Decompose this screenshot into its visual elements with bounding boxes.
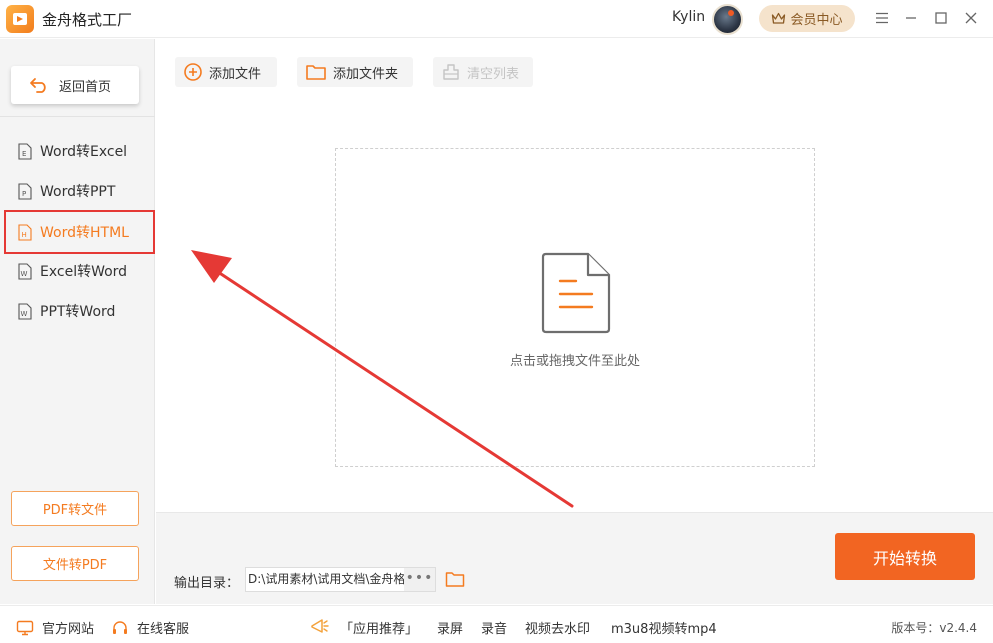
- clear-list-label: 清空列表: [467, 66, 520, 82]
- sidebar-item-label: Word转Excel: [40, 144, 128, 160]
- pdf-to-file-button[interactable]: PDF转文件: [11, 491, 139, 526]
- official-website-label: 官方网站: [42, 622, 95, 637]
- sidebar-item-label: PPT转Word: [40, 304, 116, 320]
- document-e-icon: E: [18, 142, 32, 160]
- add-folder-label: 添加文件夹: [333, 66, 399, 82]
- add-circle-icon: [184, 63, 202, 81]
- online-support-label: 在线客服: [137, 622, 190, 637]
- m3u8-to-mp4-link[interactable]: m3u8视频转mp4: [611, 618, 717, 637]
- broom-icon: [443, 64, 459, 80]
- record-audio-link[interactable]: 录音: [481, 618, 507, 637]
- svg-text:W: W: [21, 270, 28, 278]
- file-to-pdf-button[interactable]: 文件转PDF: [11, 546, 139, 581]
- sidebar: 返回首页 E Word转Excel P Word转PPT H Word转HTML…: [0, 39, 155, 604]
- sidebar-item-label: Excel转Word: [40, 264, 128, 280]
- sidebar-item-word-to-html[interactable]: H Word转HTML: [4, 210, 155, 254]
- sidebar-item-label: Word转PPT: [40, 184, 116, 200]
- status-bar: 官方网站 在线客服 「应用推荐」 录屏 录音 视频去水印 m3u8视频转mp4 …: [0, 605, 993, 643]
- vip-center-button[interactable]: 会员中心: [759, 5, 855, 32]
- headset-icon: [113, 620, 127, 634]
- svg-text:E: E: [22, 150, 26, 158]
- username[interactable]: Kylin: [672, 9, 705, 25]
- add-file-label: 添加文件: [209, 66, 262, 82]
- document-p-icon: P: [18, 182, 32, 200]
- version-label: 版本号：v2.4.4: [891, 621, 977, 635]
- sidebar-divider: [0, 116, 155, 117]
- record-screen-link[interactable]: 录屏: [437, 618, 463, 637]
- back-home-button[interactable]: 返回首页: [11, 66, 139, 104]
- start-convert-button[interactable]: 开始转换: [835, 533, 975, 580]
- clear-list-button[interactable]: 清空列表: [433, 57, 533, 87]
- output-dir-browse-button[interactable]: •••: [404, 568, 435, 591]
- open-folder-icon[interactable]: [445, 570, 465, 588]
- sidebar-item-label: Word转HTML: [40, 225, 129, 241]
- svg-text:P: P: [22, 190, 26, 198]
- add-file-button[interactable]: 添加文件: [175, 57, 277, 87]
- vip-center-label: 会员中心: [790, 13, 843, 28]
- maximize-icon[interactable]: [932, 9, 950, 27]
- sidebar-item-word-to-ppt[interactable]: P Word转PPT: [6, 171, 153, 211]
- drop-hint-text: 点击或拖拽文件至此处: [509, 354, 640, 369]
- sidebar-item-ppt-to-word[interactable]: W PPT转Word: [6, 291, 153, 331]
- close-icon[interactable]: [962, 9, 980, 27]
- svg-text:W: W: [21, 310, 28, 318]
- svg-text:H: H: [22, 231, 27, 239]
- official-website-link[interactable]: 官方网站: [16, 618, 94, 637]
- crown-icon: [772, 12, 786, 24]
- avatar[interactable]: [712, 4, 743, 35]
- output-dir-label: 输出目录：: [174, 576, 240, 591]
- back-arrow-icon: [30, 78, 46, 93]
- app-recommend-link[interactable]: 「应用推荐」: [340, 618, 418, 637]
- recommend-icon: [308, 614, 330, 636]
- app-title: 金舟格式工厂: [42, 11, 133, 29]
- remove-watermark-link[interactable]: 视频去水印: [525, 618, 590, 637]
- minimize-icon[interactable]: [902, 9, 920, 27]
- document-w-icon: W: [18, 262, 32, 280]
- document-w-icon: W: [18, 302, 32, 320]
- sidebar-item-word-to-excel[interactable]: E Word转Excel: [6, 131, 153, 171]
- menu-icon[interactable]: [873, 9, 891, 27]
- add-folder-button[interactable]: 添加文件夹: [297, 57, 413, 87]
- monitor-icon: [16, 620, 34, 635]
- document-h-icon: H: [18, 223, 32, 241]
- title-bar: 金舟格式工厂 Kylin 会员中心: [0, 0, 993, 38]
- app-logo-icon: [6, 5, 34, 33]
- file-drop-zone[interactable]: 点击或拖拽文件至此处: [335, 148, 815, 467]
- back-home-label: 返回首页: [59, 79, 112, 95]
- sidebar-item-excel-to-word[interactable]: W Excel转Word: [6, 251, 153, 291]
- document-icon: [541, 252, 611, 334]
- online-support-link[interactable]: 在线客服: [111, 618, 189, 637]
- folder-icon: [306, 65, 326, 80]
